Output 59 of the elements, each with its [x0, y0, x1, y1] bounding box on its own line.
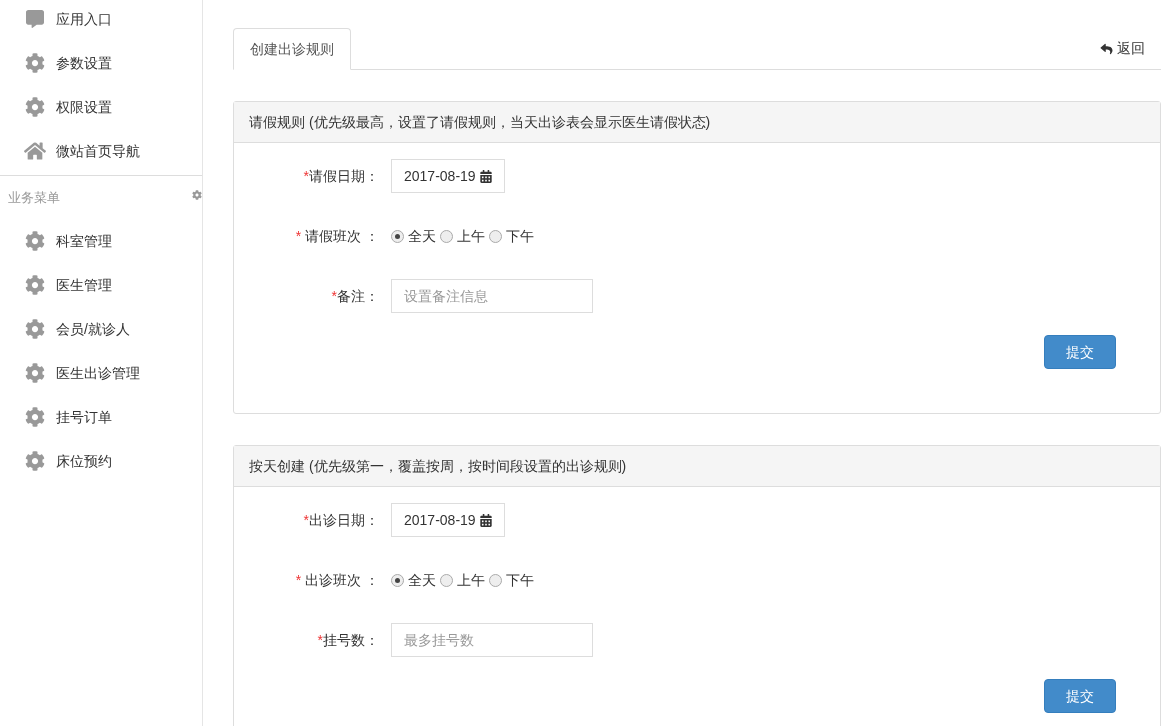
field-label: 请假班次 ： — [305, 226, 379, 246]
radio-option[interactable]: 上午 — [440, 225, 485, 247]
required-asterisk: * — [303, 166, 309, 186]
reply-arrow-icon — [1100, 42, 1113, 55]
field-label: 备注： — [337, 286, 379, 306]
sidebar-item[interactable]: 科室管理 — [0, 219, 202, 263]
sidebar-item[interactable]: 微站首页导航 — [0, 129, 202, 173]
required-asterisk: * — [295, 226, 302, 246]
gear-icon — [25, 231, 45, 251]
gear-icon — [25, 53, 45, 73]
input-field[interactable]: 最多挂号数 — [391, 623, 593, 657]
gear-icon[interactable] — [192, 189, 202, 200]
radio-button[interactable] — [391, 573, 404, 587]
required-asterisk: * — [331, 286, 337, 306]
radio-button[interactable] — [489, 573, 502, 587]
gear-icon — [25, 275, 45, 295]
radio-button[interactable] — [440, 229, 453, 243]
radio-button[interactable] — [391, 229, 404, 243]
back-link[interactable]: 返回 — [1100, 38, 1145, 59]
panel-header: 请假规则 (优先级最高，设置了请假规则，当天出诊表会显示医生请假状态) — [234, 102, 1160, 143]
sidebar-item[interactable]: 会员/就诊人 — [0, 307, 202, 351]
calendar-icon — [479, 169, 492, 183]
radio-button[interactable] — [440, 573, 453, 587]
input-field[interactable]: 设置备注信息 — [391, 279, 593, 313]
sidebar-item[interactable]: 床位预约 — [0, 439, 202, 483]
gear-icon — [25, 319, 45, 339]
date-field[interactable]: 2017-08-19 — [391, 503, 505, 537]
radio-option[interactable]: 全天 — [391, 569, 436, 591]
radio-option[interactable]: 下午 — [489, 569, 534, 591]
field-label: 出诊班次 ： — [305, 570, 379, 590]
sidebar-item[interactable]: 参数设置 — [0, 41, 202, 85]
gear-icon — [25, 363, 45, 383]
submit-button[interactable]: 提交 — [1044, 335, 1116, 369]
gear-icon — [25, 97, 45, 117]
sidebar-item[interactable]: 医生管理 — [0, 263, 202, 307]
radio-option[interactable]: 上午 — [440, 569, 485, 591]
submit-button[interactable]: 提交 — [1044, 679, 1116, 713]
required-asterisk: * — [295, 570, 302, 590]
sidebar-item[interactable]: 权限设置 — [0, 85, 202, 129]
radio-option[interactable]: 下午 — [489, 225, 534, 247]
tab[interactable]: 创建出诊规则 — [233, 28, 351, 70]
date-field[interactable]: 2017-08-19 — [391, 159, 505, 193]
calendar-icon — [479, 513, 492, 527]
chat-bubble-icon — [25, 10, 45, 28]
field-label: 出诊日期： — [309, 510, 379, 530]
field-label: 挂号数： — [323, 630, 379, 650]
sidebar-item[interactable]: 挂号订单 — [0, 395, 202, 439]
panel-header: 按天创建 (优先级第一，覆盖按周，按时间段设置的出诊规则) — [234, 446, 1160, 487]
sidebar-item[interactable]: 应用入口 — [0, 0, 202, 41]
required-asterisk: * — [303, 510, 309, 530]
field-label: 请假日期： — [309, 166, 379, 186]
radio-option[interactable]: 全天 — [391, 225, 436, 247]
gear-icon — [25, 407, 45, 427]
required-asterisk: * — [317, 630, 323, 650]
section-title: 业务菜单 — [8, 188, 60, 207]
gear-icon — [25, 451, 45, 471]
radio-button[interactable] — [489, 229, 502, 243]
home-icon — [24, 141, 46, 161]
sidebar-item[interactable]: 医生出诊管理 — [0, 351, 202, 395]
